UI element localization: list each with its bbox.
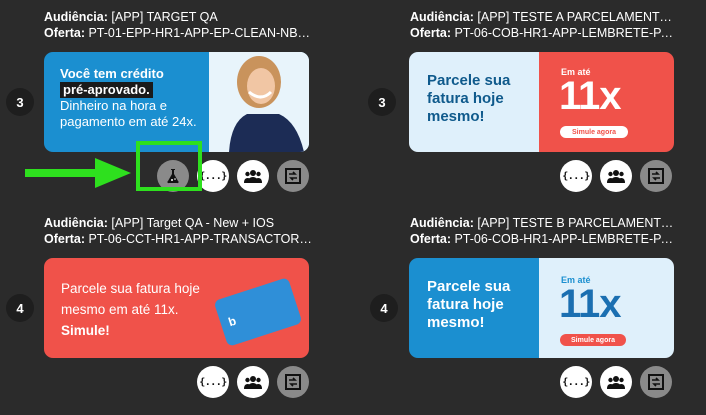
audience-label: Audiência: bbox=[410, 10, 474, 24]
offer-value: PT-06-COB-HR1-APP-LEMBRETE-PARC-... bbox=[454, 26, 680, 40]
banner-headline: Parcele sua fatura hoje mesmo! bbox=[427, 72, 511, 125]
audience-label: Audiência: bbox=[44, 10, 108, 24]
audience-value: [APP] Target QA - New + IOS bbox=[111, 216, 275, 230]
banner-installments: 11x bbox=[559, 74, 622, 118]
offer-banner[interactable]: Parcele sua fatura hoje mesmo em até 11x… bbox=[44, 258, 309, 358]
pointer-arrow-icon bbox=[25, 158, 131, 188]
group-icon[interactable] bbox=[600, 160, 632, 192]
banner-headline: Parcele sua fatura hoje mesmo! bbox=[427, 278, 511, 331]
offer-label: Oferta: bbox=[44, 26, 85, 40]
offer-label: Oferta: bbox=[410, 232, 451, 246]
group-icon[interactable] bbox=[237, 160, 269, 192]
curly-braces-icon[interactable]: {...} bbox=[560, 366, 592, 398]
card-actions: {...} bbox=[560, 160, 672, 192]
card-meta: Audiência: [APP] TESTE A PARCELAMENTO DE… bbox=[410, 9, 680, 41]
card-logo: b bbox=[226, 313, 238, 330]
banner-text: Dinheiro na hora e pagamento em até 24x. bbox=[60, 98, 197, 129]
offer-label: Oferta: bbox=[44, 232, 85, 246]
compare-icon[interactable] bbox=[640, 160, 672, 192]
offer-banner[interactable]: Parcele sua fatura hoje mesmo! Em até 11… bbox=[409, 258, 674, 358]
offer-banner[interactable]: Parcele sua fatura hoje mesmo! Em até 11… bbox=[409, 52, 674, 152]
audience-label: Audiência: bbox=[410, 216, 474, 230]
curly-braces-text: {...} bbox=[562, 170, 590, 182]
simulate-button[interactable]: Simule agora bbox=[560, 334, 626, 346]
simulate-button[interactable]: Simule agora bbox=[560, 126, 628, 138]
curly-braces-icon[interactable]: {...} bbox=[197, 366, 229, 398]
card-number: 3 bbox=[368, 88, 396, 116]
curly-braces-icon[interactable]: {...} bbox=[560, 160, 592, 192]
offer-value: PT-01-EPP-HR1-APP-EP-CLEAN-NBO3-... bbox=[88, 26, 314, 40]
banner-photo bbox=[209, 52, 309, 152]
credit-card-image: b bbox=[213, 277, 303, 347]
compare-icon[interactable] bbox=[640, 366, 672, 398]
highlight-box bbox=[136, 141, 202, 191]
banner-text: pré-aprovado. bbox=[60, 82, 153, 98]
compare-icon[interactable] bbox=[277, 366, 309, 398]
offer-value: PT-06-CCT-HR1-APP-TRANSACTOR-AT... bbox=[88, 232, 314, 246]
banner-text: Você tem crédito bbox=[60, 66, 164, 81]
card-actions: {...} bbox=[560, 366, 672, 398]
curly-braces-text: {...} bbox=[199, 170, 227, 182]
card-meta: Audiência: [APP] Target QA - New + IOS O… bbox=[44, 215, 314, 247]
banner-text: Simule! bbox=[61, 323, 110, 338]
banner-text: Parcele sua fatura hoje mesmo em até 11x… bbox=[61, 281, 200, 317]
audience-label: Audiência: bbox=[44, 216, 108, 230]
card-actions: {...} bbox=[197, 366, 309, 398]
curly-braces-text: {...} bbox=[199, 376, 227, 388]
audience-value: [APP] TESTE A PARCELAMENTO DE ... bbox=[477, 10, 680, 24]
audience-value: [APP] TESTE B PARCELAMENTO DE ... bbox=[477, 216, 680, 230]
curly-braces-text: {...} bbox=[562, 376, 590, 388]
card-number: 3 bbox=[6, 88, 34, 116]
offer-banner[interactable]: Você tem crédito pré-aprovado. Dinheiro … bbox=[44, 52, 309, 152]
card-meta: Audiência: [APP] TESTE B PARCELAMENTO DE… bbox=[410, 215, 680, 247]
banner-installments: 11x bbox=[559, 282, 622, 326]
compare-icon[interactable] bbox=[277, 160, 309, 192]
card-meta: Audiência: [APP] TARGET QA Oferta: PT-01… bbox=[44, 9, 314, 41]
group-icon[interactable] bbox=[600, 366, 632, 398]
group-icon[interactable] bbox=[237, 366, 269, 398]
offer-value: PT-06-COB-HR1-APP-LEMBRETE-PARC-... bbox=[454, 232, 680, 246]
card-number: 4 bbox=[6, 294, 34, 322]
card-number: 4 bbox=[370, 294, 398, 322]
offer-label: Oferta: bbox=[410, 26, 451, 40]
audience-value: [APP] TARGET QA bbox=[111, 10, 218, 24]
